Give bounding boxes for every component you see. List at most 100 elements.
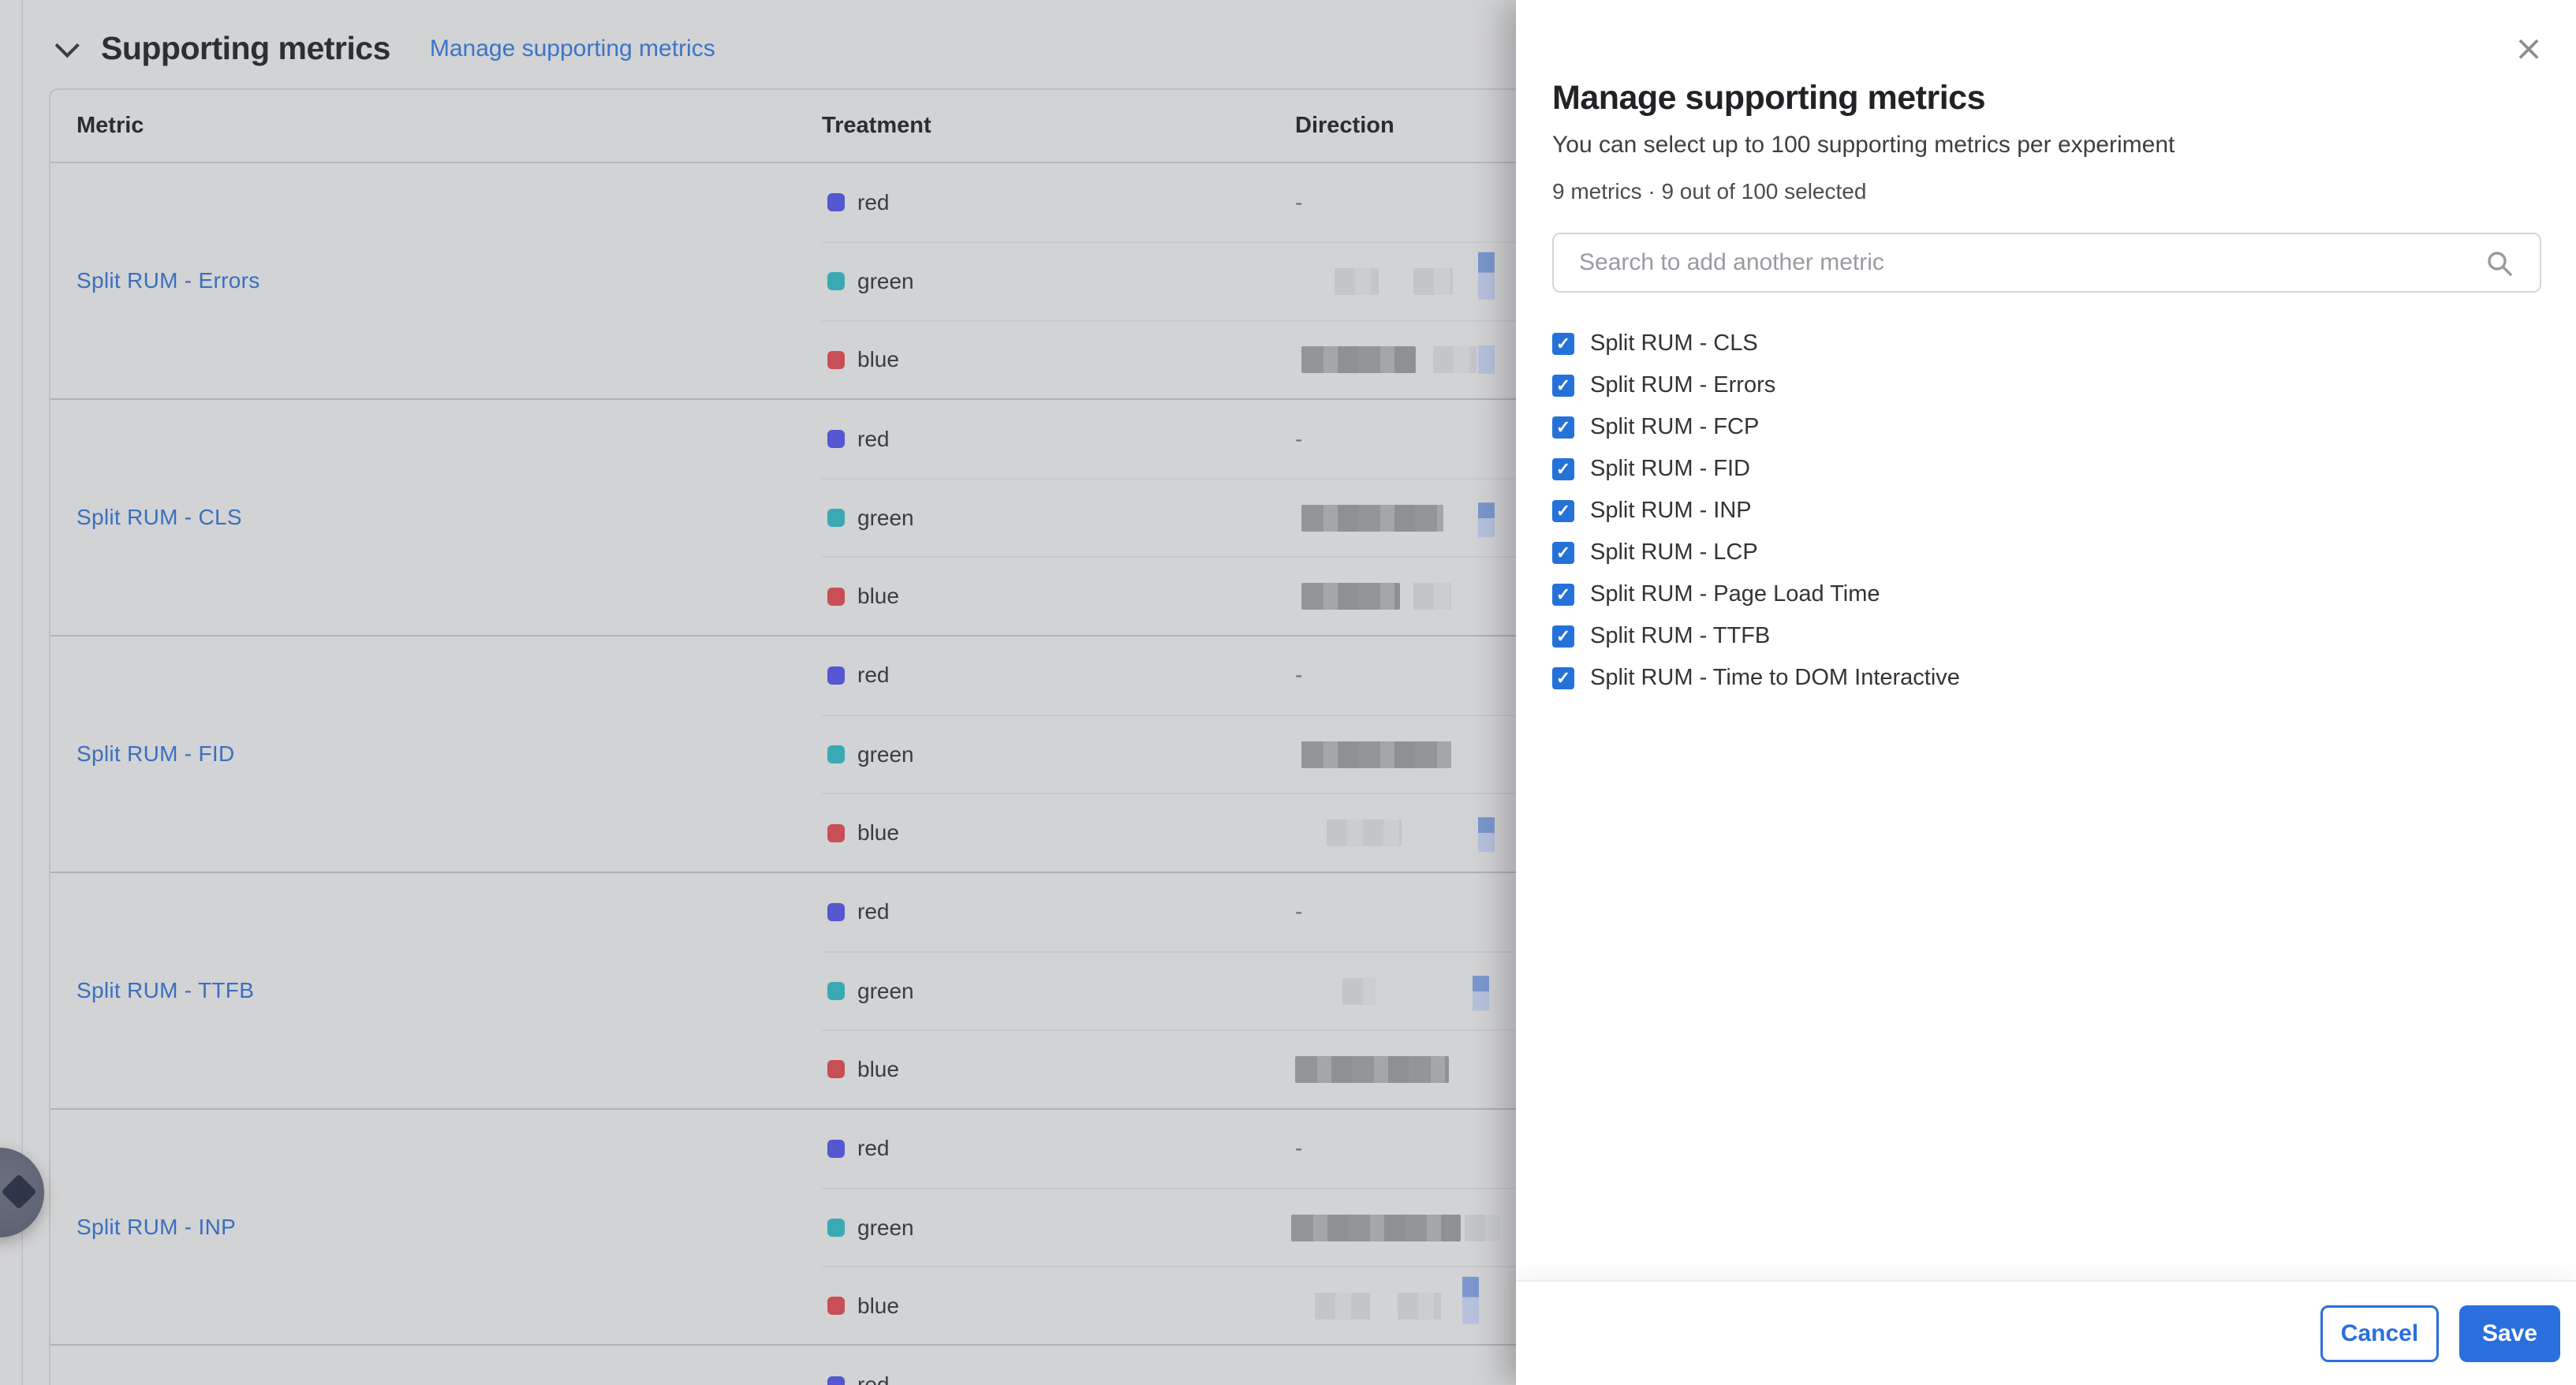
panel-footer: Cancel Save xyxy=(1516,1280,2576,1385)
checkbox-checked-icon[interactable]: ✓ xyxy=(1552,542,1574,564)
redacted-value xyxy=(1291,1215,1461,1241)
supporting-metrics-header: Supporting metrics Manage supporting met… xyxy=(55,30,715,67)
treatment-swatch xyxy=(827,1297,845,1315)
treatment-row: green xyxy=(822,1188,1593,1266)
checkbox-checked-icon[interactable]: ✓ xyxy=(1552,375,1574,397)
chevron-down-icon[interactable] xyxy=(55,33,80,58)
redacted-value xyxy=(1342,978,1376,1005)
redacted-value xyxy=(1398,1293,1441,1320)
section-title: Supporting metrics xyxy=(101,30,390,67)
treatment-label: red xyxy=(857,190,889,215)
table-body: Split RUM - Errorsred-greenblueSplit RUM… xyxy=(50,163,1593,1385)
metric-checklist-label: Split RUM - INP xyxy=(1590,498,1752,524)
cancel-button[interactable]: Cancel xyxy=(2320,1305,2439,1362)
treatment-label: red xyxy=(857,427,889,452)
treatment-label: red xyxy=(857,663,889,688)
metric-link[interactable]: Split RUM - CLS xyxy=(77,505,242,530)
redacted-value xyxy=(1413,583,1451,610)
column-header-metric: Metric xyxy=(50,113,822,139)
treatment-label: green xyxy=(857,979,914,1004)
metric-checklist-label: Split RUM - LCP xyxy=(1590,539,1758,566)
redacted-value xyxy=(1301,741,1451,768)
treatment-swatch xyxy=(827,982,845,1000)
redacted-value xyxy=(1327,819,1402,846)
checkbox-checked-icon[interactable]: ✓ xyxy=(1552,667,1574,689)
metric-checklist-item: ✓ Split RUM - Errors xyxy=(1552,364,2540,406)
treatment-label: green xyxy=(857,742,914,767)
checkbox-checked-icon[interactable]: ✓ xyxy=(1552,625,1574,648)
redacted-value xyxy=(1465,1215,1500,1241)
treatment-label: red xyxy=(857,1136,889,1161)
metric-group: Split RUM - FID red - green blue xyxy=(50,637,1593,873)
search-icon xyxy=(2486,250,2513,277)
treatment-label: green xyxy=(857,1215,914,1241)
metric-link[interactable]: Split RUM - FID xyxy=(77,741,235,767)
redacted-value xyxy=(1315,1293,1370,1320)
metric-link[interactable]: Split RUM - INP xyxy=(77,1215,236,1240)
treatment-row: red- xyxy=(822,400,1593,478)
metric-link[interactable]: Split RUM - Errors xyxy=(77,268,260,293)
column-header-treatment: Treatment xyxy=(822,113,1295,139)
treatment-row: blue xyxy=(822,793,1593,871)
metric-checklist-item: ✓Split RUM - CLS xyxy=(1552,323,2540,364)
redacted-value xyxy=(1433,346,1477,373)
metric-link[interactable]: Split RUM - TTFB xyxy=(77,978,254,1003)
treatment-swatch xyxy=(827,430,845,448)
supporting-metrics-table: Metric Treatment Direction Split RUM - E… xyxy=(49,88,1595,1385)
treatment-swatch xyxy=(827,509,845,527)
redacted-value xyxy=(1413,268,1453,295)
metric-group: Split RUM - INP red - green blue xyxy=(50,1110,1593,1346)
checkbox-checked-icon[interactable]: ✓ xyxy=(1552,416,1574,439)
treatment-swatch xyxy=(827,272,845,290)
metric-checklist-label: Split RUM - FCP xyxy=(1590,414,1759,440)
treatment-swatch xyxy=(827,824,845,842)
metric-group: red- xyxy=(50,1346,1593,1385)
redacted-value xyxy=(1295,1056,1449,1083)
direction-dash: - xyxy=(1295,1136,1302,1161)
treatment-label: green xyxy=(857,506,914,531)
treatment-row: red - xyxy=(822,163,1593,241)
selection-count: 9 metrics · 9 out of 100 selected xyxy=(1552,179,2540,204)
metric-checklist-item: ✓Split RUM - TTFB xyxy=(1552,615,2540,657)
mini-bar-chart xyxy=(1478,345,1495,374)
treatment-swatch xyxy=(827,1376,845,1385)
direction-dash: - xyxy=(1295,663,1302,688)
edge-handle-button[interactable] xyxy=(0,1148,44,1238)
metric-checklist-item: ✓ Split RUM - Page Load Time xyxy=(1552,573,2540,615)
treatment-swatch xyxy=(827,351,845,369)
save-button[interactable]: Save xyxy=(2459,1305,2560,1362)
metric-checklist-label: Split RUM - Errors xyxy=(1590,372,1775,398)
checkbox-checked-icon[interactable]: ✓ xyxy=(1552,458,1574,480)
treatment-swatch xyxy=(827,588,845,606)
chevron-right-icon xyxy=(1,1174,36,1209)
treatment-row: blue xyxy=(822,1029,1593,1107)
close-icon[interactable]: × xyxy=(2511,32,2546,66)
treatment-label: blue xyxy=(857,1057,899,1082)
redacted-value xyxy=(1301,583,1400,610)
treatment-label: blue xyxy=(857,1294,899,1319)
metric-checklist: ✓Split RUM - CLS✓Split RUM - Errors✓Spli… xyxy=(1552,323,2540,699)
checkbox-checked-icon[interactable]: ✓ xyxy=(1552,333,1574,355)
treatment-row: red - xyxy=(822,637,1593,715)
direction-dash: - xyxy=(1295,190,1302,215)
metric-checklist-label: Split RUM - Page Load Time xyxy=(1590,581,1880,607)
metric-checklist-item: ✓ Split RUM - FCP xyxy=(1552,406,2540,448)
treatment-row: blue xyxy=(822,556,1593,634)
treatment-swatch xyxy=(827,193,845,211)
checkbox-checked-icon[interactable]: ✓ xyxy=(1552,584,1574,606)
metric-group: Split RUM - CLS red-green blue xyxy=(50,400,1593,637)
treatment-row: green xyxy=(822,241,1593,319)
treatment-row: green xyxy=(822,951,1593,1029)
metric-search xyxy=(1552,233,2540,293)
manage-supporting-metrics-link[interactable]: Manage supporting metrics xyxy=(430,35,715,62)
checkbox-checked-icon[interactable]: ✓ xyxy=(1552,500,1574,522)
search-input[interactable] xyxy=(1552,233,2541,293)
metric-group: Split RUM - TTFBred-greenblue xyxy=(50,873,1593,1110)
treatment-row: blue xyxy=(822,320,1593,398)
treatment-row: blue xyxy=(822,1266,1593,1344)
metric-checklist-item: ✓Split RUM - Time to DOM Interactive xyxy=(1552,657,2540,699)
table-header-row: Metric Treatment Direction xyxy=(50,90,1593,163)
treatment-swatch xyxy=(827,1219,845,1237)
mini-bar-chart xyxy=(1478,252,1495,300)
treatment-label: green xyxy=(857,269,914,294)
